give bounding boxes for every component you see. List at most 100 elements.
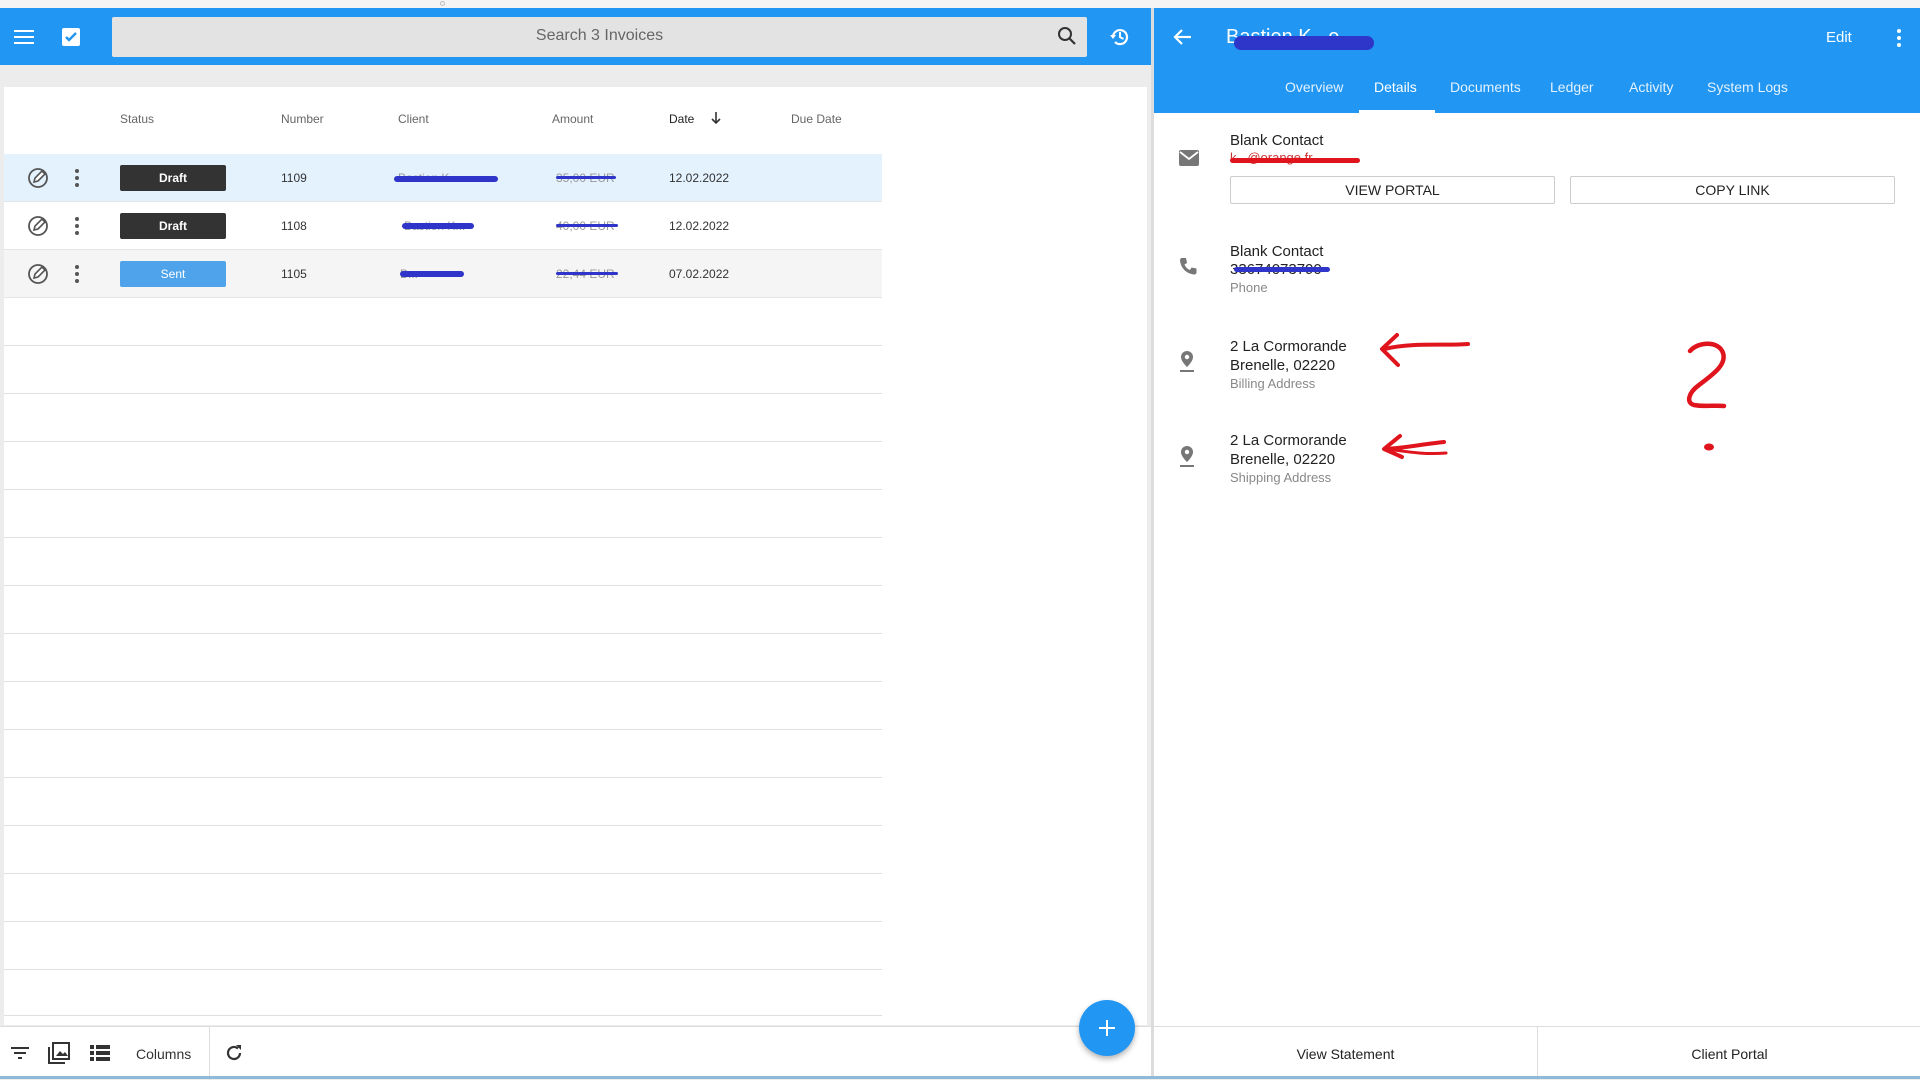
tab-system-logs[interactable]: System Logs [1707, 79, 1788, 95]
invoice-date: 12.02.2022 [669, 171, 730, 185]
edit-icon[interactable] [26, 262, 50, 291]
more-vert-icon[interactable] [1896, 28, 1902, 53]
status-badge: Draft [120, 213, 226, 239]
list-toolbar: Search 3 Invoices [0, 8, 1151, 65]
column-header-date[interactable]: Date [669, 112, 694, 126]
phone-icon [1178, 256, 1198, 281]
invoice-number: 1105 [281, 267, 307, 281]
location-pin-icon [1178, 444, 1196, 473]
table-row[interactable]: Sent 1105 B... 22,44 EUR 07.02.2022 [4, 250, 882, 298]
copy-link-button[interactable]: COPY LINK [1570, 176, 1895, 204]
list-view-icon[interactable] [90, 1044, 110, 1067]
history-icon[interactable] [1105, 22, 1135, 52]
redaction-scribble [556, 176, 616, 179]
phone-hint: Phone [1230, 280, 1268, 295]
search-input[interactable]: Search 3 Invoices [112, 17, 1087, 57]
status-badge: Draft [120, 165, 226, 191]
more-vert-icon[interactable] [74, 264, 80, 289]
list-bottom-bar: Columns [0, 1026, 1151, 1080]
shipping-line1: 2 La Cormorande [1230, 432, 1347, 449]
column-header-status[interactable]: Status [120, 112, 154, 126]
divider [209, 1027, 210, 1080]
tab-activity[interactable]: Activity [1629, 79, 1673, 95]
empty-row [4, 970, 882, 1016]
tab-overview[interactable]: Overview [1285, 79, 1343, 95]
more-vert-icon[interactable] [74, 168, 80, 193]
tab-ledger[interactable]: Ledger [1550, 79, 1594, 95]
empty-row [4, 778, 882, 826]
detail-header: Bastien K...e Edit Overview Details Docu… [1154, 8, 1920, 113]
plus-icon [1099, 1020, 1115, 1036]
email-icon [1178, 149, 1200, 172]
red-question-mark [1686, 341, 1727, 451]
redaction-scribble [402, 223, 474, 229]
empty-row [4, 682, 882, 730]
redaction-scribble [1234, 267, 1330, 272]
tab-documents[interactable]: Documents [1450, 79, 1521, 95]
redaction-scribble [1230, 158, 1360, 163]
empty-row [4, 538, 882, 586]
column-header-due-date[interactable]: Due Date [791, 112, 842, 126]
empty-row [4, 586, 882, 634]
edit-icon[interactable] [26, 214, 50, 243]
invoice-table: Status Number Client Amount Date Due Dat… [4, 87, 1147, 1025]
edit-button[interactable]: Edit [1826, 29, 1852, 46]
more-vert-icon[interactable] [74, 216, 80, 241]
shipping-hint: Shipping Address [1230, 470, 1332, 485]
search-icon[interactable] [1057, 26, 1077, 51]
tab-details[interactable]: Details [1374, 79, 1417, 95]
back-arrow-icon[interactable] [1172, 26, 1194, 53]
redaction-scribble [400, 271, 464, 277]
table-row[interactable]: Draft 1108 Bastien K... 40,00 EUR 12.02.… [4, 202, 882, 250]
empty-row [4, 922, 882, 970]
view-portal-button[interactable]: VIEW PORTAL [1230, 176, 1555, 204]
redaction-scribble [1234, 36, 1374, 50]
resize-handle[interactable] [440, 1, 445, 6]
status-badge: Sent [120, 261, 226, 287]
search-placeholder: Search 3 Invoices [535, 27, 664, 44]
invoice-date: 07.02.2022 [669, 267, 730, 281]
empty-row [4, 442, 882, 490]
billing-line2: Brenelle, 02220 [1230, 357, 1336, 374]
detail-bottom-bar: View Statement Client Portal [1154, 1026, 1920, 1080]
shipping-line2: Brenelle, 02220 [1230, 451, 1336, 468]
empty-row [4, 490, 882, 538]
table-row[interactable]: Draft 1109 Bastien K... 35,00 EUR 12.02.… [4, 154, 882, 202]
red-annotation-arrows [1380, 333, 1470, 459]
contact-name: Blank Contact [1230, 243, 1324, 260]
redaction-scribble [556, 272, 618, 275]
column-header-number[interactable]: Number [281, 112, 324, 126]
menu-icon[interactable] [10, 24, 38, 50]
table-header: Status Number Client Amount Date Due Dat… [4, 87, 882, 137]
invoice-date: 12.02.2022 [669, 219, 730, 233]
empty-row [4, 730, 882, 778]
billing-hint: Billing Address [1230, 376, 1316, 391]
redaction-scribble [556, 224, 618, 227]
client-detail-pane: Bastien K...e Edit Overview Details Docu… [1154, 8, 1920, 1080]
select-all-checkbox-icon[interactable] [58, 24, 84, 50]
invoice-list-pane: Search 3 Invoices Status Number Client A… [0, 8, 1151, 1080]
contact-name: Blank Contact [1230, 132, 1324, 149]
edit-icon[interactable] [26, 166, 50, 195]
refresh-icon[interactable] [224, 1043, 244, 1068]
empty-row [4, 394, 882, 442]
billing-line1: 2 La Cormorande [1230, 338, 1347, 355]
invoice-number: 1108 [281, 219, 307, 233]
sort-descending-icon[interactable] [710, 111, 722, 130]
window-top-strip [0, 0, 1920, 8]
view-statement-button[interactable]: View Statement [1154, 1027, 1537, 1080]
client-portal-button[interactable]: Client Portal [1538, 1027, 1920, 1080]
location-pin-icon [1178, 349, 1196, 378]
empty-row [4, 826, 882, 874]
empty-row [4, 298, 882, 346]
empty-row [4, 634, 882, 682]
redaction-scribble [394, 176, 498, 182]
columns-button[interactable]: Columns [136, 1046, 191, 1062]
column-header-client[interactable]: Client [398, 112, 429, 126]
filter-icon[interactable] [10, 1045, 30, 1066]
invoice-number: 1109 [281, 171, 307, 185]
gallery-view-icon[interactable] [48, 1042, 70, 1069]
column-header-amount[interactable]: Amount [552, 112, 593, 126]
add-invoice-button[interactable] [1079, 1000, 1135, 1056]
empty-row [4, 874, 882, 922]
